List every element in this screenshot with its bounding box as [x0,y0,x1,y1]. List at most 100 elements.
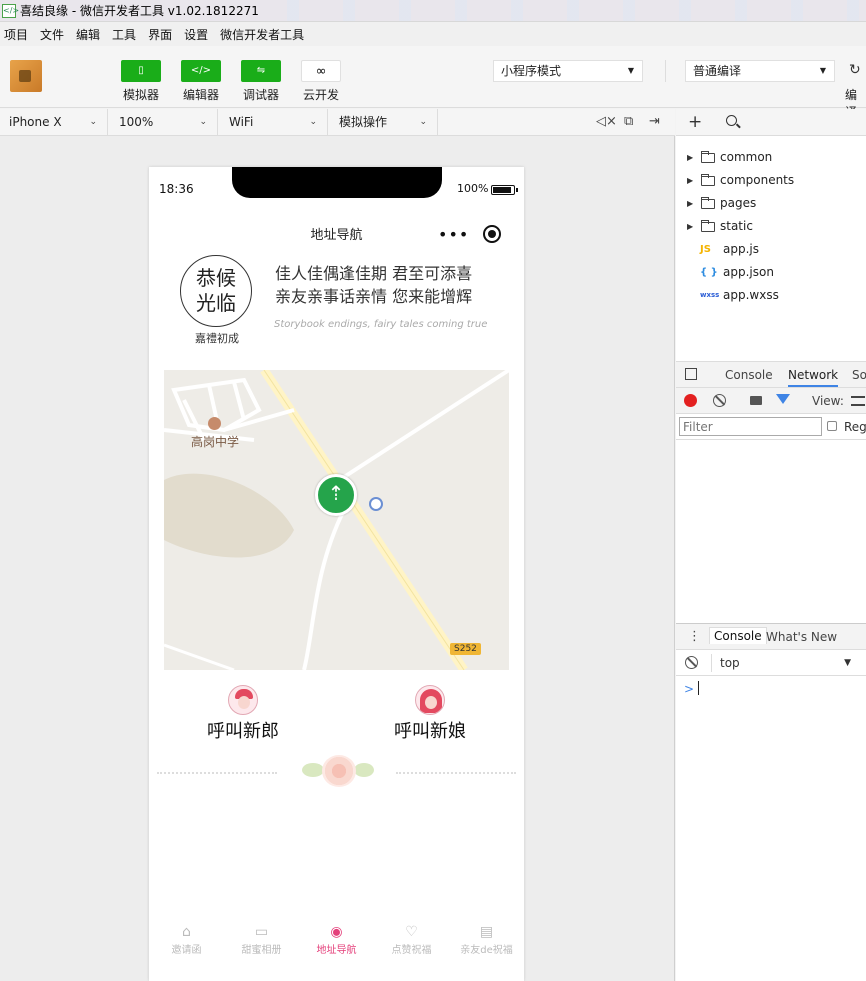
drawer-tab-console[interactable]: Console [709,627,767,644]
network-select[interactable]: WiFi ⌄ [220,109,328,135]
map-view[interactable]: 高岗中学 S252 [164,370,509,670]
menu-project[interactable]: 项目 [4,26,28,43]
file-name: app.js [723,242,759,256]
menu-view[interactable]: 界面 [148,26,172,43]
plus-icon[interactable]: + [688,112,702,132]
record-icon[interactable] [684,394,697,407]
menu-file[interactable]: 文件 [40,26,64,43]
mode-select[interactable]: 小程序模式 ▼ [493,60,643,82]
file-app-wxss[interactable]: wxss app.wxss [676,284,866,307]
more-vertical-icon[interactable]: ⋮ [688,629,701,644]
console-drawer-tabs: ⋮ Console What's New [676,623,866,650]
drawer-tab-whats-new[interactable]: What's New [766,630,837,644]
file-tree: ▶ common ▶ components ▶ pages ▶ static J… [676,136,866,307]
clear-console-icon[interactable] [685,656,698,669]
call-bride-label: 呼叫新娘 [394,721,466,742]
folder-static[interactable]: ▶ static [676,215,866,238]
network-toolbar: View: [676,388,866,414]
bride-icon [415,685,445,715]
editor-button[interactable]: </> 编辑器 [180,60,222,103]
refresh-icon[interactable]: ↻ [849,62,861,78]
devtools-tabs: Console Network So [676,361,866,388]
tab-bar: ⌂ 邀请函 ▭ 甜蜜相册 ◉ 地址导航 ♡ 点赞祝福 ▤ 亲友de祝福 [149,919,524,969]
chevron-right-icon: ▶ [687,176,694,185]
compile-select[interactable]: 普通编译 ▼ [685,60,835,82]
toolbar-divider [665,60,666,82]
context-select[interactable]: top ▼ [711,654,851,672]
phone-notch [232,167,442,198]
tab-album[interactable]: ▭ 甜蜜相册 [224,923,299,956]
menu-devtools[interactable]: 微信开发者工具 [220,26,304,43]
poem-english: Storybook endings, fairy tales coming tr… [274,319,488,330]
menu-edit[interactable]: 编辑 [76,26,100,43]
chevron-down-icon: ▼ [819,66,826,75]
phone-screen: 18:36 100% 地址导航 ••• 恭候 光临 嘉禮初成 佳人佳偶逢佳期 君… [149,167,524,981]
folder-icon [701,197,715,209]
window-title: 喜结良缘 - 微信开发者工具 v1.02.1812271 [20,4,259,18]
tab-likes[interactable]: ♡ 点赞祝福 [374,923,449,956]
tab-wishes[interactable]: ▤ 亲友de祝福 [449,923,524,956]
message-icon: ▤ [479,924,494,940]
more-icon[interactable]: ••• [438,225,469,244]
tab-sources[interactable]: So [852,368,866,382]
folder-common[interactable]: ▶ common [676,146,866,169]
chevron-right-icon: ▶ [687,222,694,231]
status-time: 18:36 [159,182,194,196]
tab-invitation[interactable]: ⌂ 邀请函 [149,923,224,956]
file-app-json[interactable]: { } app.json [676,261,866,284]
road-label: S252 [450,643,481,655]
welcome-seal: 恭候 光临 [180,255,252,327]
detach-icon[interactable]: ⇥ [649,114,660,129]
debugger-button[interactable]: ⇋ 调试器 [240,60,282,103]
menu-tools[interactable]: 工具 [112,26,136,43]
rose [322,755,356,787]
js-file-icon: JS [700,244,711,255]
map-place-label: 高岗中学 [191,435,240,449]
inspect-icon[interactable] [685,368,697,380]
call-bride-button[interactable]: 呼叫新娘 [370,685,490,743]
window-icon[interactable]: ⧉ [624,114,633,129]
user-avatar[interactable] [10,60,42,92]
chevron-right-icon: ▶ [687,199,694,208]
menu-settings[interactable]: 设置 [184,26,208,43]
tab-navigation[interactable]: ◉ 地址导航 [299,923,374,956]
simulator-button[interactable]: ▯ 模拟器 [120,60,162,103]
folder-pages[interactable]: ▶ pages [676,192,866,215]
tab-label: 点赞祝福 [391,945,432,956]
device-select[interactable]: iPhone X ⌄ [0,109,108,135]
chevron-down-icon: ▼ [627,66,634,75]
seal-line-2: 光临 [196,291,236,315]
clear-icon[interactable] [713,394,726,407]
simulator-bar: iPhone X ⌄ 100% ⌄ WiFi ⌄ 模拟操作 ⌄ ◁× ⧉ ⇥ [0,109,675,136]
phone-icon: ▯ [121,60,161,82]
filter-icon[interactable] [776,394,790,404]
simulator-label: 模拟器 [122,88,159,102]
call-groom-button[interactable]: 呼叫新郎 [183,685,303,743]
file-app-js[interactable]: JS app.js [676,238,866,261]
location-marker-icon[interactable] [315,474,357,516]
list-view-icon[interactable] [851,396,865,406]
folder-icon [701,220,715,232]
camera-icon[interactable] [750,396,762,405]
folder-name: static [720,219,753,233]
cloud-button[interactable]: ∞ 云开发 [300,60,342,103]
file-toolbar: + [676,109,866,136]
regex-checkbox[interactable] [827,421,837,431]
editor-label: 编辑器 [182,88,219,102]
folder-components[interactable]: ▶ components [676,169,866,192]
search-icon[interactable] [726,115,737,126]
operation-select[interactable]: 模拟操作 ⌄ [330,109,438,135]
filter-input[interactable] [679,417,822,436]
console-input[interactable] [698,681,699,695]
compile-select-value: 普通编译 [693,64,742,78]
tab-label: 亲友de祝福 [460,945,513,956]
code-icon: </> [181,60,221,82]
tab-console[interactable]: Console [725,368,773,382]
operation-select-value: 模拟操作 [339,115,388,129]
debug-icon: ⇋ [241,60,281,82]
close-capsule-icon[interactable] [483,225,501,243]
file-name: app.wxss [723,288,779,302]
zoom-select[interactable]: 100% ⌄ [110,109,218,135]
mute-icon[interactable]: ◁× [596,114,617,129]
tab-network[interactable]: Network [788,368,839,387]
